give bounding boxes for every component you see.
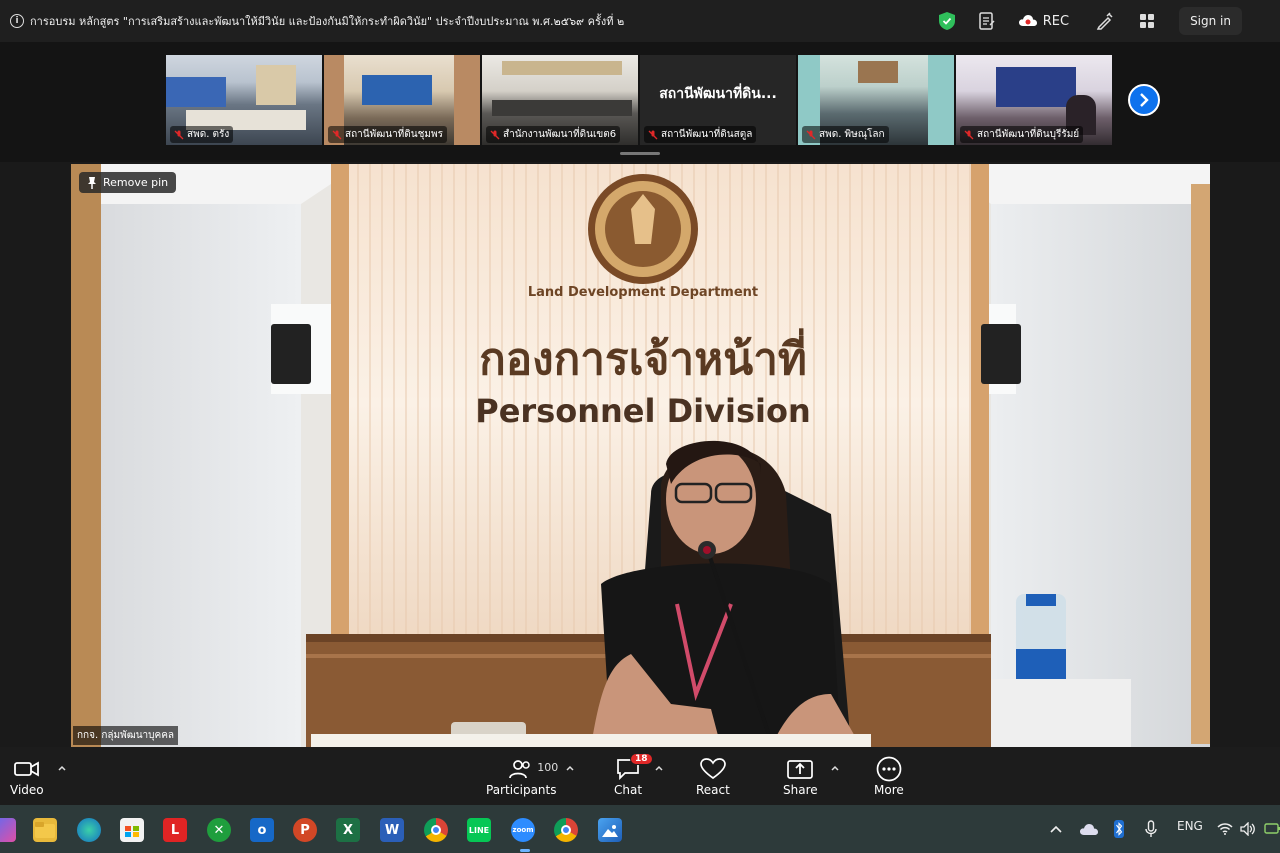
mic-muted-icon: [806, 130, 816, 139]
mic-muted-icon: [964, 130, 974, 139]
more-label: More: [874, 783, 904, 797]
chat-label: Chat: [614, 783, 643, 797]
photos-icon[interactable]: [598, 818, 622, 842]
windows-taskbar: L ✕ o P X W LINE zoom ENG: [0, 805, 1280, 853]
l-app-icon[interactable]: L: [163, 818, 187, 842]
react-label: React: [696, 783, 730, 797]
line-icon[interactable]: LINE: [467, 818, 491, 842]
file-explorer-icon[interactable]: [33, 818, 57, 842]
remove-pin-label: Remove pin: [103, 176, 169, 189]
share-button[interactable]: Share: [783, 755, 818, 797]
chrome-icon[interactable]: [424, 818, 448, 842]
remove-pin-button[interactable]: Remove pin: [79, 172, 177, 193]
chevron-up-icon[interactable]: [654, 763, 664, 773]
strip-resize-handle[interactable]: [620, 152, 660, 155]
top-right-toolbar: REC Sign in: [938, 0, 1280, 42]
emblem-caption: Land Development Department: [528, 285, 758, 300]
share-label: Share: [783, 783, 818, 797]
chevron-up-icon[interactable]: [57, 763, 67, 773]
participants-label: Participants: [486, 783, 557, 797]
next-page-button[interactable]: [1128, 84, 1160, 116]
speaker-video-feed: Land Development Department กองการเจ้าหน…: [71, 164, 1210, 747]
shield-check-icon[interactable]: [938, 12, 955, 30]
outlook-icon[interactable]: o: [250, 818, 274, 842]
chevron-up-icon[interactable]: [565, 763, 575, 773]
heart-icon: [700, 758, 726, 780]
mic-muted-icon: [332, 130, 342, 139]
participant-thumbnail[interactable]: สพด. ตรัง: [166, 55, 322, 145]
chevron-up-icon[interactable]: [1050, 825, 1062, 833]
active-app-indicator: [520, 849, 530, 852]
video-label: Video: [10, 783, 44, 797]
apps-grid-icon[interactable]: [1137, 11, 1157, 31]
chrome-profile-icon[interactable]: [554, 818, 578, 842]
wall-sign-english: Personnel Division: [475, 392, 810, 430]
recording-indicator[interactable]: REC: [1018, 13, 1070, 29]
sign-in-button[interactable]: Sign in: [1179, 7, 1242, 35]
edge-icon[interactable]: [77, 818, 101, 842]
chat-button[interactable]: 18 Chat: [614, 753, 653, 797]
bluetooth-icon[interactable]: [1114, 820, 1124, 838]
participant-thumbnail[interactable]: สถานีพัฒนาที่ดิน... สถานีพัฒนาที่ดินสตูล: [640, 55, 796, 145]
copilot-icon[interactable]: [0, 818, 16, 842]
participant-thumbnail[interactable]: สำนักงานพัฒนาที่ดินเขต6: [482, 55, 638, 145]
annotate-icon[interactable]: [1095, 11, 1115, 31]
mic-muted-icon: [648, 130, 658, 139]
react-button[interactable]: React: [696, 755, 730, 797]
onedrive-icon[interactable]: [1080, 824, 1098, 836]
info-icon[interactable]: i: [10, 14, 24, 28]
chat-unread-badge: 18: [630, 753, 653, 765]
participants-count: 100: [537, 761, 559, 774]
zoom-icon[interactable]: zoom: [511, 818, 535, 842]
store-icon[interactable]: [120, 818, 144, 842]
meeting-title: การอบรม หลักสูตร "การเสริมสร้างและพัฒนาใ…: [30, 15, 625, 28]
gallery-strip: สพด. ตรัง สถานีพัฒนาที่ดินชุมพร สำนักงาน…: [0, 42, 1280, 162]
participant-label: สพด. ตรัง: [170, 126, 234, 143]
video-button[interactable]: Video: [10, 755, 44, 797]
cloud-record-icon: [1018, 15, 1037, 26]
meeting-controls: Video 100 Participants 18 Chat React Sha…: [0, 747, 1280, 805]
wall-sign-thai: กองการเจ้าหน้าที่: [479, 328, 807, 385]
microphone-icon[interactable]: [1145, 820, 1157, 838]
mic-muted-icon: [490, 130, 500, 139]
pinned-video: Land Development Department กองการเจ้าหน…: [71, 164, 1210, 747]
participant-label: สถานีพัฒนาที่ดินบุรีรัมย์: [960, 126, 1084, 143]
participant-label: สถานีพัฒนาที่ดินชุมพร: [328, 126, 447, 143]
speaker-name-tag: กกจ. กลุ่มพัฒนาบุคคล: [73, 726, 179, 745]
word-icon[interactable]: W: [380, 818, 404, 842]
participant-thumbnail[interactable]: สถานีพัฒนาที่ดินบุรีรัมย์: [956, 55, 1112, 145]
battery-icon[interactable]: [1264, 821, 1280, 835]
pin-icon: [88, 176, 96, 189]
volume-icon[interactable]: [1240, 822, 1256, 836]
rec-label: REC: [1042, 13, 1070, 29]
input-language[interactable]: ENG: [1177, 819, 1203, 833]
participant-thumbnail[interactable]: สพด. พิษณุโลก: [798, 55, 954, 145]
excel-icon[interactable]: X: [336, 818, 360, 842]
xbox-icon[interactable]: ✕: [207, 818, 231, 842]
notes-icon[interactable]: [977, 11, 997, 31]
participant-label: สถานีพัฒนาที่ดินสตูล: [644, 126, 757, 143]
video-camera-icon: [13, 761, 39, 777]
chevron-up-icon[interactable]: [830, 763, 840, 773]
wifi-icon[interactable]: [1217, 822, 1233, 835]
participant-display-name: สถานีพัฒนาที่ดิน...: [659, 86, 777, 102]
more-button[interactable]: More: [874, 755, 904, 797]
participant-thumbnail[interactable]: สถานีพัฒนาที่ดินชุมพร: [324, 55, 480, 145]
meeting-top-bar: i การอบรม หลักสูตร "การเสริมสร้างและพัฒน…: [0, 0, 1280, 42]
participants-icon: [509, 760, 530, 779]
chevron-right-icon: [1140, 93, 1149, 107]
participants-button[interactable]: 100 Participants: [486, 755, 559, 797]
powerpoint-icon[interactable]: P: [293, 818, 317, 842]
mic-muted-icon: [174, 130, 184, 139]
more-ellipsis-icon: [876, 756, 902, 782]
share-screen-icon: [787, 760, 814, 779]
participant-label: สำนักงานพัฒนาที่ดินเขต6: [486, 126, 621, 143]
participant-label: สพด. พิษณุโลก: [802, 126, 889, 143]
